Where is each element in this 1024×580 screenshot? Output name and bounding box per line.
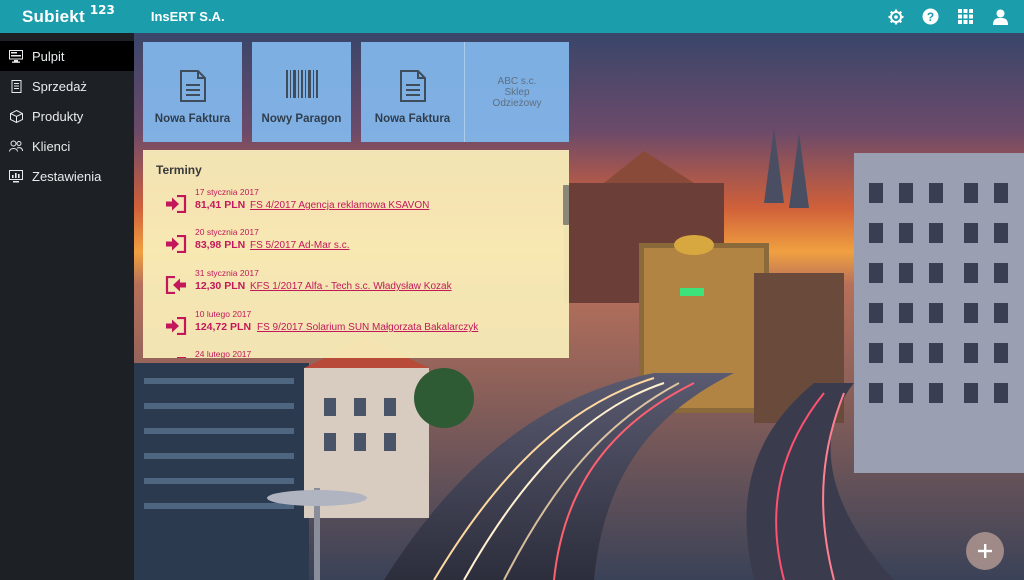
tile-label: Nowa Faktura: [374, 113, 451, 125]
barcode-icon: [285, 70, 318, 98]
shop-name-line3: Odzieżowy: [492, 98, 542, 109]
term-date: 17 stycznia 2017: [195, 187, 259, 197]
term-date: 24 lutego 2017: [195, 349, 252, 358]
list-item: 24 lutego 2017: [165, 349, 555, 358]
sidebar-item-sprzedaz[interactable]: Sprzedaż: [0, 71, 134, 101]
shop-selector[interactable]: ABC s.c. Sklep Odzieżowy: [465, 42, 569, 142]
desktop-icon: [9, 49, 23, 63]
sidebar-item-pulpit[interactable]: Pulpit: [0, 41, 134, 71]
term-document-link[interactable]: KFS 1/2017 Alfa - Tech s.c. Władysław Ko…: [250, 281, 452, 292]
list-item: 17 stycznia 2017 81,41 PLN FS 4/2017 Age…: [165, 187, 555, 223]
sidebar-item-label: Klienci: [32, 138, 71, 154]
new-invoice-tile[interactable]: Nowa Faktura: [143, 42, 242, 142]
company-name[interactable]: InsERT S.A.: [151, 9, 225, 24]
term-date: 31 stycznia 2017: [195, 268, 259, 278]
term-amount: 81,41 PLN: [195, 199, 246, 211]
term-document-link[interactable]: FS 5/2017 Ad-Mar s.c.: [250, 240, 350, 251]
sidebar-item-label: Pulpit: [32, 48, 65, 64]
brand-name: Subiekt: [22, 6, 85, 26]
sidebar: Pulpit Sprzedaż Produkty Klienci Zestawi…: [0, 33, 134, 580]
user-icon: [993, 9, 1008, 25]
term-amount: 12,30 PLN: [195, 280, 246, 292]
sidebar-item-label: Sprzedaż: [32, 78, 87, 94]
sidebar-item-klienci[interactable]: Klienci: [0, 131, 134, 161]
help-icon: ?: [922, 8, 939, 25]
document-icon: [399, 70, 426, 102]
new-invoice-shop-tile[interactable]: Nowa Faktura: [361, 42, 465, 142]
tile-label: Nowa Faktura: [154, 113, 231, 125]
term-amount: 124,72 PLN: [195, 321, 252, 333]
outgoing-payment-icon: [165, 276, 186, 294]
incoming-payment-icon: [166, 235, 187, 253]
term-document-link[interactable]: FS 9/2017 Solarium SUN Małgorzata Bakala…: [257, 322, 478, 333]
gear-icon: [888, 9, 903, 24]
term-date: 10 lutego 2017: [195, 309, 252, 319]
box-icon: [9, 109, 23, 123]
report-icon: [9, 169, 23, 183]
terminy-title: Terminy: [156, 163, 202, 177]
terminy-scrollbar[interactable]: [563, 185, 569, 225]
settings-button[interactable]: [878, 0, 913, 33]
shop-invoice-tile: Nowa Faktura ABC s.c. Sklep Odzieżowy: [361, 42, 569, 142]
new-receipt-tile[interactable]: Nowy Paragon: [252, 42, 351, 142]
add-button[interactable]: [966, 532, 1004, 570]
brand-version: 123: [89, 2, 115, 17]
list-item: 10 lutego 2017 124,72 PLN FS 9/2017 Sola…: [165, 309, 555, 345]
svg-text:?: ?: [927, 10, 934, 24]
user-button[interactable]: [983, 0, 1018, 33]
shop-name-line2: Sklep: [504, 87, 530, 98]
list-item: 20 stycznia 2017 83,98 PLN FS 5/2017 Ad-…: [165, 227, 555, 263]
sidebar-item-produkty[interactable]: Produkty: [0, 101, 134, 131]
term-date: 20 stycznia 2017: [195, 227, 259, 237]
term-document-link[interactable]: FS 4/2017 Agencja reklamowa KSAVON: [250, 200, 429, 211]
incoming-payment-icon: [166, 195, 187, 213]
list-item: 31 stycznia 2017 12,30 PLN KFS 1/2017 Al…: [165, 268, 555, 304]
apps-grid-icon: [958, 9, 973, 24]
help-button[interactable]: ?: [913, 0, 948, 33]
term-amount: 83,98 PLN: [195, 239, 246, 251]
incoming-payment-icon: [177, 357, 187, 358]
incoming-payment-icon: [166, 317, 187, 335]
app-logo[interactable]: Subiekt 123: [22, 3, 115, 27]
plus-icon: [978, 544, 992, 558]
sidebar-item-label: Zestawienia: [32, 168, 102, 184]
document-icon: [179, 70, 206, 102]
top-bar: Subiekt 123 InsERT S.A. ?: [0, 0, 1024, 33]
terminy-panel: Terminy 17 stycznia 2017 81,41 PLN FS 4/…: [143, 150, 569, 358]
clients-icon: [9, 139, 23, 153]
sidebar-item-zestawienia[interactable]: Zestawienia: [0, 161, 134, 191]
apps-button[interactable]: [948, 0, 983, 33]
shop-name-line1: ABC s.c.: [497, 76, 537, 87]
sidebar-item-label: Produkty: [32, 108, 84, 124]
tile-label: Nowy Paragon: [261, 113, 342, 125]
invoice-icon: [9, 79, 23, 93]
